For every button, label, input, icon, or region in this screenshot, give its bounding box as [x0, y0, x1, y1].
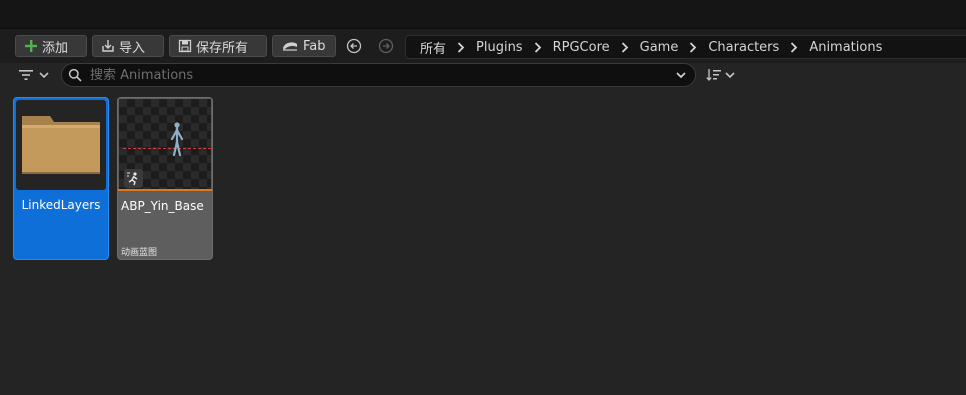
folder-thumbnail [16, 100, 106, 190]
animation-blueprint-type-icon [124, 169, 143, 188]
breadcrumb-item-characters[interactable]: Characters [708, 40, 779, 55]
back-button[interactable] [345, 37, 363, 55]
asset-type-color-bar [118, 189, 212, 191]
chevron-right-icon[interactable] [523, 41, 553, 53]
sort-icon [706, 69, 721, 81]
fab-icon [281, 40, 299, 52]
filter-icon [19, 70, 33, 80]
breadcrumb-item-animations[interactable]: Animations [809, 40, 882, 55]
chevron-down-icon [39, 72, 49, 79]
add-label: 添加 [42, 40, 69, 56]
save-all-button[interactable]: 保存所有 [169, 35, 267, 57]
forward-button[interactable] [377, 37, 395, 55]
fab-label: Fab [303, 38, 326, 54]
asset-name: ABP_Yin_Base [121, 199, 204, 213]
search-box[interactable] [61, 63, 696, 87]
chevron-right-icon[interactable] [779, 41, 809, 53]
save-all-label: 保存所有 [196, 40, 249, 56]
import-label: 导入 [119, 40, 146, 56]
chevron-right-icon[interactable] [446, 41, 476, 53]
breadcrumb-item-plugins[interactable]: Plugins [476, 40, 523, 55]
asset-type-label: 动画蓝图 [121, 248, 158, 258]
title-strip [0, 0, 966, 29]
breadcrumb-item-game[interactable]: Game [640, 40, 679, 55]
plus-icon [24, 39, 38, 53]
chevron-right-icon[interactable] [678, 41, 708, 53]
fab-button[interactable]: Fab [272, 35, 336, 57]
folder-name: LinkedLayers [21, 198, 101, 212]
chevron-down-icon [725, 72, 735, 79]
forward-arrow-icon [378, 38, 394, 54]
animation-blueprint-thumbnail [119, 99, 211, 189]
breadcrumb: 所有 Plugins RPGCore Game Characters Anima… [405, 35, 966, 59]
add-button[interactable]: 添加 [15, 35, 87, 57]
import-icon [101, 39, 115, 53]
import-button[interactable]: 导入 [92, 35, 164, 57]
breadcrumb-item-rpgcore[interactable]: RPGCore [553, 40, 610, 55]
sort-button[interactable] [706, 66, 740, 84]
search-options-chevron-icon[interactable] [675, 69, 687, 81]
search-icon [68, 68, 82, 82]
back-arrow-icon [346, 38, 362, 54]
save-icon [178, 39, 192, 53]
breadcrumb-item-all[interactable]: 所有 [420, 38, 446, 57]
chevron-right-icon[interactable] [610, 41, 640, 53]
asset-tile-linkedlayers[interactable]: LinkedLayers [13, 97, 109, 260]
folder-icon [22, 116, 100, 174]
asset-tile-abp-yin-base[interactable]: ABP_Yin_Base 动画蓝图 [117, 97, 213, 260]
filter-button[interactable] [18, 66, 54, 84]
search-input[interactable] [88, 66, 672, 84]
